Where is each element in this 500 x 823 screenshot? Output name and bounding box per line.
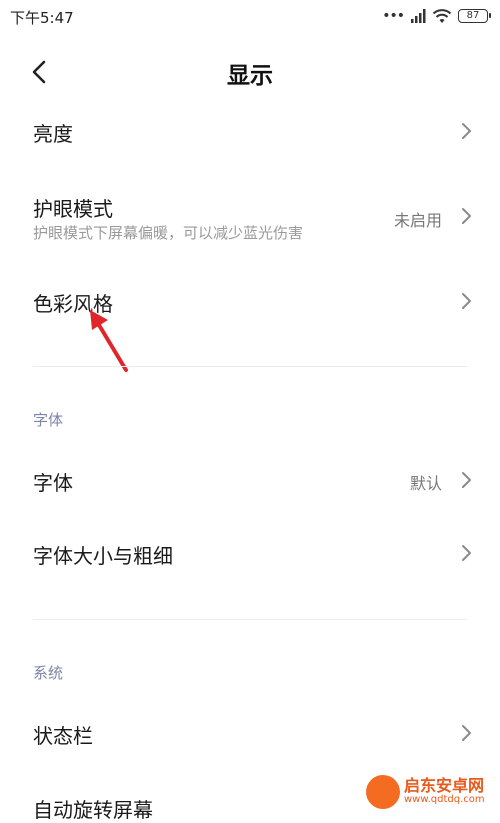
status-icons: ••• 87 <box>382 8 491 24</box>
row-brightness[interactable]: 亮度 <box>0 104 500 158</box>
status-bar: 下午5:47 ••• 87 <box>0 0 500 32</box>
row-eye-care-subtitle: 护眼模式下屏幕偏暖，可以减少蓝光伤害 <box>33 224 304 242</box>
section-label-system: 系统 <box>33 664 64 682</box>
signal-dots: ••• <box>382 8 405 24</box>
row-auto-rotate-title: 自动旋转屏幕 <box>33 798 153 822</box>
watermark-main-text: 启东安卓网 <box>404 776 485 796</box>
watermark-sub-text: www.qdtdq.com <box>404 794 485 806</box>
section-label-font: 字体 <box>33 411 64 429</box>
chevron-right-icon <box>462 293 471 309</box>
chevron-right-icon <box>462 545 471 561</box>
divider <box>33 619 467 620</box>
battery-indicator: 87 <box>458 9 491 23</box>
page-title: 显示 <box>227 63 273 89</box>
row-font-value: 默认 <box>409 474 442 493</box>
row-font-title: 字体 <box>33 471 73 495</box>
chevron-right-icon <box>462 123 471 139</box>
watermark: 启东安卓网 www.qdtdq.com <box>366 772 494 812</box>
divider <box>33 366 467 367</box>
chevron-right-icon <box>462 725 471 741</box>
row-font-size-title: 字体大小与粗细 <box>33 544 173 568</box>
row-brightness-title: 亮度 <box>33 122 73 146</box>
status-time: 下午5:47 <box>10 9 74 27</box>
row-font[interactable]: 字体 默认 <box>0 453 500 507</box>
chevron-right-icon <box>462 472 471 488</box>
row-status-bar-title: 状态栏 <box>33 724 93 748</box>
wifi-icon <box>432 9 452 23</box>
signal-icon <box>411 9 426 23</box>
row-eye-care-title: 护眼模式 <box>33 197 113 221</box>
row-status-bar[interactable]: 状态栏 <box>0 706 500 760</box>
row-font-size[interactable]: 字体大小与粗细 <box>0 527 500 581</box>
row-color-style[interactable]: 色彩风格 <box>0 274 500 328</box>
chevron-right-icon <box>462 208 471 224</box>
row-eye-care-value: 未启用 <box>393 211 442 230</box>
watermark-logo-icon <box>366 775 400 809</box>
row-eye-care[interactable]: 护眼模式 护眼模式下屏幕偏暖，可以减少蓝光伤害 未启用 <box>0 180 500 252</box>
header: 显示 <box>0 44 500 98</box>
